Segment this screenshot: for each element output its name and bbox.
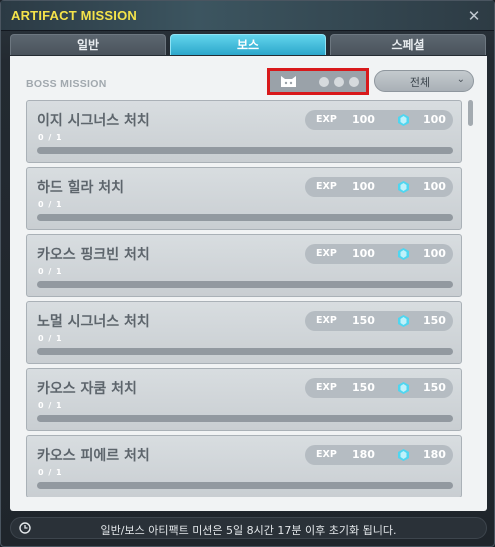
cat-face-icon[interactable] — [280, 75, 297, 89]
artifact-mission-window: ARTIFACT MISSION ✕ 일반 보스 스페셜 BOSS MISSIO… — [0, 0, 495, 547]
mission-title: 노멀 시그너스 처치 — [37, 314, 150, 330]
mission-progress: 0 / 1 — [38, 200, 63, 209]
mission-title: 이지 시그너스 처치 — [37, 113, 150, 129]
reset-notice-text: 일반/보스 아티팩트 미션은 5일 8시간 17분 이후 초기화 됩니다. — [100, 524, 397, 537]
dropdown-label: 전체 — [409, 76, 431, 89]
exp-label: EXP — [316, 449, 337, 460]
reward-badge: EXP 100 100 — [305, 110, 453, 130]
chevron-down-icon: ⌄ — [456, 74, 465, 85]
close-button[interactable]: ✕ — [465, 7, 483, 25]
mission-card[interactable]: 이지 시그너스 처치 0 / 1 EXP 100 100 — [26, 100, 462, 163]
mission-card[interactable]: 카오스 자쿰 처치 0 / 1 EXP 150 150 — [26, 368, 462, 431]
mission-card[interactable]: 카오스 피에르 처치 0 / 1 EXP 180 180 — [26, 435, 462, 497]
window-title: ARTIFACT MISSION — [11, 8, 137, 23]
mission-progress: 0 / 1 — [38, 401, 63, 410]
gem-icon — [398, 181, 409, 193]
tab-general[interactable]: 일반 — [10, 34, 166, 55]
coin-value: 150 — [423, 381, 446, 394]
filter-dropdown[interactable]: 전체 ⌄ — [374, 70, 474, 92]
exp-label: EXP — [316, 114, 337, 125]
exp-label: EXP — [316, 315, 337, 326]
mission-card[interactable]: 하드 힐라 처치 0 / 1 EXP 100 100 — [26, 167, 462, 230]
tab-boss[interactable]: 보스 — [170, 34, 326, 55]
mission-card[interactable]: 노멀 시그너스 처치 0 / 1 EXP 150 150 — [26, 301, 462, 364]
mission-panel: BOSS MISSION 전체 ⌄ 이지 시그너스 처치 0 / 1 EXP 1… — [10, 56, 487, 511]
exp-value: 100 — [352, 180, 375, 193]
reward-badge: EXP 180 180 — [305, 445, 453, 465]
gem-icon — [398, 449, 409, 461]
coin-value: 100 — [423, 247, 446, 260]
mission-title: 카오스 피에르 처치 — [37, 448, 150, 464]
progress-bar — [37, 348, 453, 355]
mission-progress: 0 / 1 — [38, 468, 63, 477]
dot-icon[interactable] — [319, 77, 329, 87]
progress-bar — [37, 415, 453, 422]
mission-title: 카오스 핑크빈 처치 — [37, 247, 150, 263]
reset-notice-bar: 일반/보스 아티팩트 미션은 5일 8시간 17분 이후 초기화 됩니다. — [10, 517, 487, 539]
progress-bar — [37, 214, 453, 221]
mission-progress: 0 / 1 — [38, 334, 63, 343]
mission-list[interactable]: 이지 시그너스 처치 0 / 1 EXP 100 100 하드 힐라 처치 0 … — [26, 100, 462, 497]
coin-value: 150 — [423, 314, 446, 327]
exp-value: 100 — [352, 113, 375, 126]
mission-title: 하드 힐라 처치 — [37, 180, 125, 196]
section-title: BOSS MISSION — [26, 78, 107, 90]
gem-icon — [398, 114, 409, 126]
gem-icon — [398, 382, 409, 394]
filter-icon-group[interactable] — [267, 68, 369, 95]
progress-bar — [37, 482, 453, 489]
reward-badge: EXP 100 100 — [305, 177, 453, 197]
scrollbar-thumb[interactable] — [468, 100, 473, 126]
coin-value: 180 — [423, 448, 446, 461]
dot-icon[interactable] — [349, 77, 359, 87]
mission-title: 카오스 자쿰 처치 — [37, 381, 137, 397]
tab-bar: 일반 보스 스페셜 — [10, 34, 487, 56]
title-bar[interactable]: ARTIFACT MISSION ✕ — [1, 1, 494, 31]
mission-progress: 0 / 1 — [38, 133, 63, 142]
exp-label: EXP — [316, 181, 337, 192]
reward-badge: EXP 150 150 — [305, 378, 453, 398]
mission-card[interactable]: 카오스 핑크빈 처치 0 / 1 EXP 100 100 — [26, 234, 462, 297]
gem-icon — [398, 315, 409, 327]
progress-bar — [37, 147, 453, 154]
scrollbar[interactable] — [468, 100, 474, 497]
coin-value: 100 — [423, 113, 446, 126]
exp-value: 100 — [352, 247, 375, 260]
exp-label: EXP — [316, 382, 337, 393]
exp-label: EXP — [316, 248, 337, 259]
coin-value: 100 — [423, 180, 446, 193]
progress-bar — [37, 281, 453, 288]
exp-value: 150 — [352, 314, 375, 327]
gem-icon — [398, 248, 409, 260]
reward-badge: EXP 150 150 — [305, 311, 453, 331]
exp-value: 180 — [352, 448, 375, 461]
tab-special[interactable]: 스페셜 — [330, 34, 486, 55]
reward-badge: EXP 100 100 — [305, 244, 453, 264]
dot-icon[interactable] — [334, 77, 344, 87]
mission-progress: 0 / 1 — [38, 267, 63, 276]
exp-value: 150 — [352, 381, 375, 394]
